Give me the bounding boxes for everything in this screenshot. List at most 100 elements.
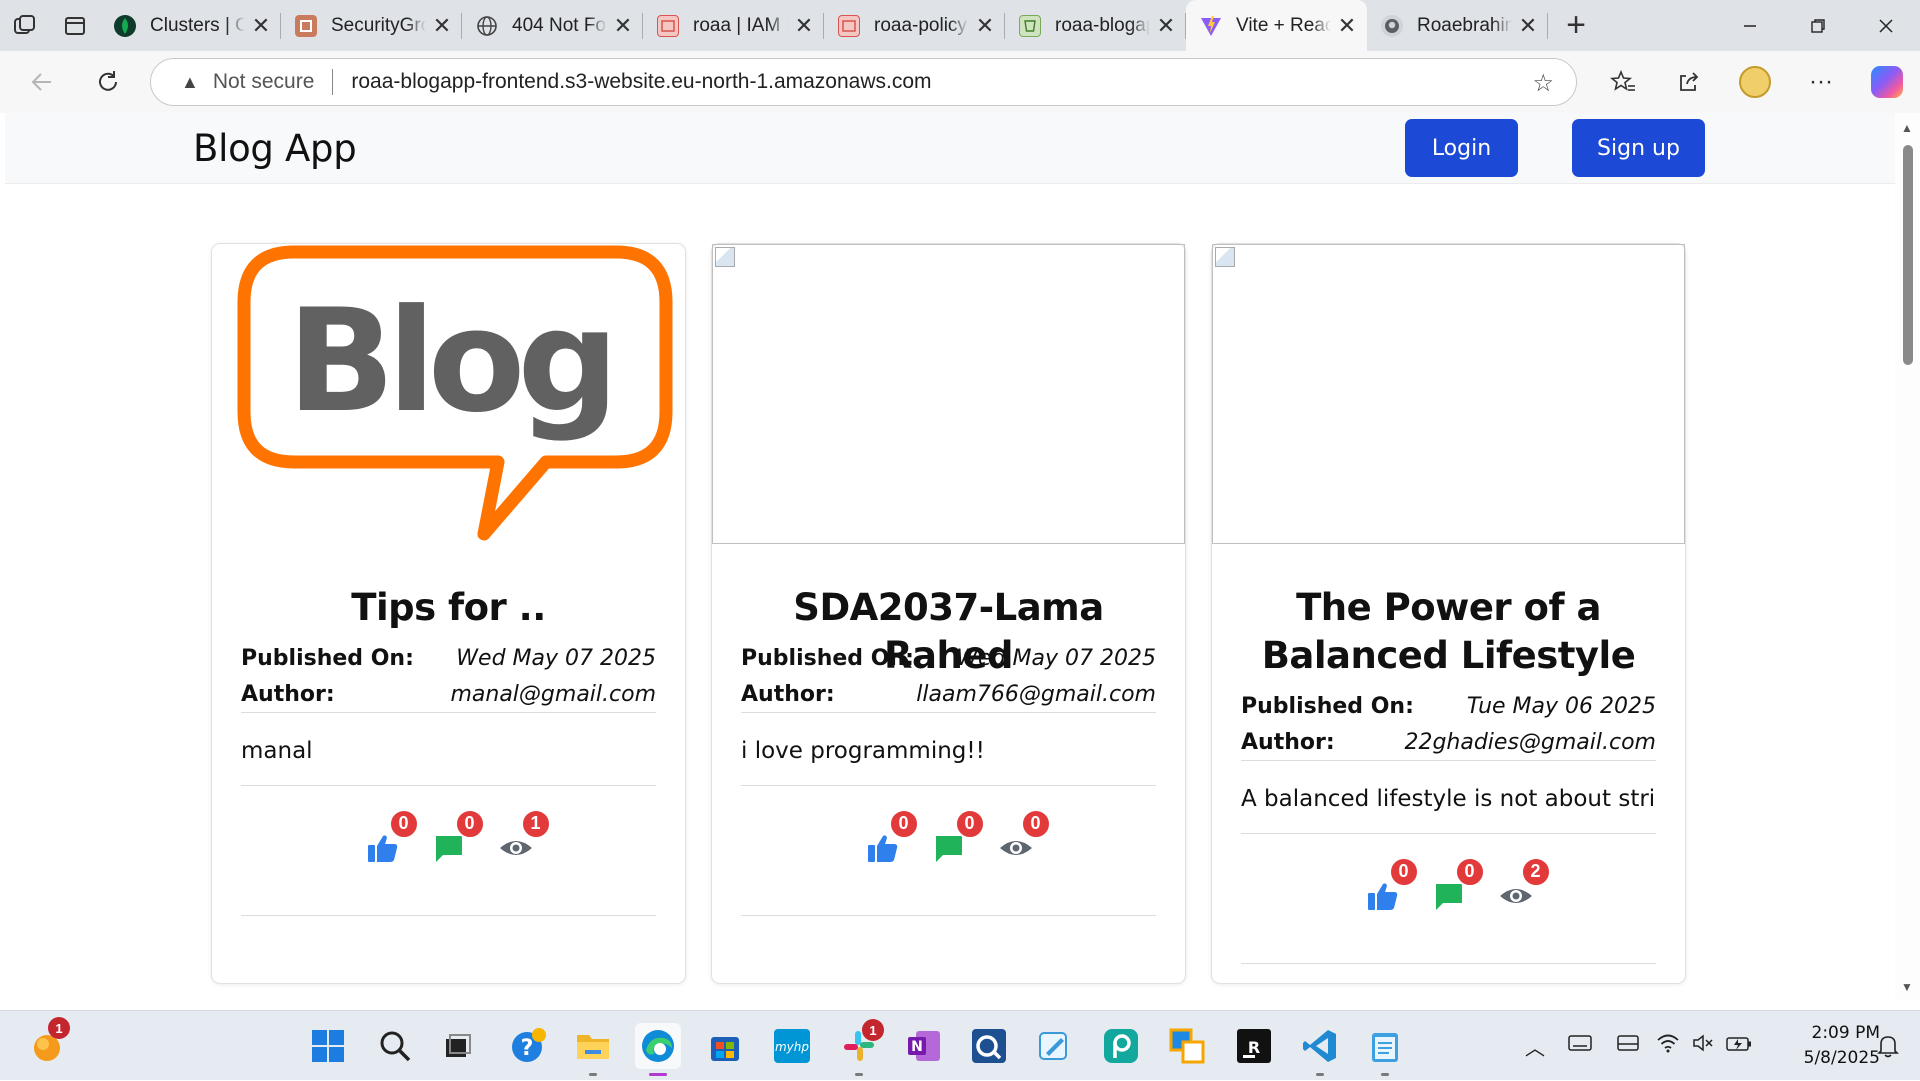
aws-iam-icon — [838, 14, 860, 37]
signup-button[interactable]: Sign up — [1572, 119, 1705, 177]
vertical-tabs-button[interactable] — [50, 0, 100, 51]
writing-app[interactable] — [1031, 1023, 1077, 1069]
onenote-app[interactable]: N — [901, 1023, 947, 1069]
show-hidden-icons-chevron-icon[interactable]: ︿ — [1515, 1032, 1555, 1061]
widgets-button[interactable]: 1 — [24, 1017, 70, 1069]
browser-toolbar: ▲ Not secure roaa-blogapp-frontend.s3-we… — [0, 51, 1920, 113]
warning-icon[interactable]: ▲ — [181, 72, 199, 93]
tab-actions-icon — [65, 16, 85, 35]
post-excerpt: manal — [241, 714, 656, 786]
close-tab-icon[interactable]: ✕ — [1156, 13, 1176, 39]
battery-charging-icon[interactable] — [1721, 1035, 1757, 1058]
post-card[interactable]: Blog Tips for .. Published On: Wed May 07… — [211, 243, 686, 984]
tab-iam[interactable]: roaa | IAM | Global ✕ — [643, 0, 824, 51]
close-tab-icon[interactable]: ✕ — [1337, 13, 1357, 39]
scrollbar-thumb[interactable] — [1903, 145, 1913, 365]
comment-button[interactable]: 0 — [1433, 856, 1485, 910]
virtualbox-app[interactable] — [1164, 1023, 1210, 1069]
close-tab-icon[interactable]: ✕ — [794, 13, 814, 39]
new-tab-button[interactable]: + — [1548, 0, 1604, 51]
address-bar[interactable]: ▲ Not secure roaa-blogapp-frontend.s3-we… — [150, 58, 1577, 106]
comment-button[interactable]: 0 — [933, 808, 985, 862]
get-help-app[interactable]: ? — [505, 1023, 551, 1069]
comment-button[interactable]: 0 — [433, 808, 485, 862]
tab-securitygroups[interactable]: SecurityGroups ✕ — [281, 0, 462, 51]
slack-app[interactable]: 1 — [836, 1019, 884, 1076]
close-tab-icon[interactable]: ✕ — [1518, 13, 1538, 39]
close-tab-icon[interactable]: ✕ — [432, 13, 452, 39]
security-label[interactable]: Not secure — [213, 70, 315, 94]
profile-button[interactable] — [1722, 51, 1788, 113]
published-label: Published On: — [741, 645, 914, 671]
like-button[interactable]: 0 — [867, 808, 919, 862]
views-indicator: 0 — [999, 808, 1051, 861]
published-date: Tue May 06 2025 — [1466, 693, 1656, 719]
pycharm-app[interactable] — [1098, 1023, 1144, 1069]
refresh-button[interactable] — [76, 51, 140, 113]
tab-roaa-policy[interactable]: roaa-policy ✕ — [824, 0, 1005, 51]
minimize-button[interactable] — [1716, 0, 1784, 51]
close-tab-icon[interactable]: ✕ — [975, 13, 995, 39]
search-button[interactable] — [372, 1023, 418, 1069]
myhp-app[interactable]: myhp — [769, 1023, 815, 1069]
display-icon[interactable] — [1605, 1034, 1651, 1058]
like-button[interactable]: 0 — [1367, 856, 1419, 910]
author-label: Author: — [741, 681, 835, 707]
broken-image-icon — [712, 244, 1185, 544]
thumbs-up-icon — [367, 834, 397, 862]
more-menu-button[interactable]: ··· — [1788, 51, 1854, 113]
close-tab-icon[interactable]: ✕ — [251, 13, 271, 39]
post-card[interactable]: SDA2037-Lama Rahed Published On: Wed May … — [711, 243, 1186, 984]
windows-logo-icon — [312, 1030, 344, 1062]
rider-app[interactable]: R — [1231, 1023, 1277, 1069]
favorites-button[interactable] — [1590, 51, 1656, 113]
copilot-button[interactable] — [1854, 51, 1920, 113]
favorite-star-icon[interactable]: ☆ — [1532, 69, 1554, 98]
scroll-up-icon[interactable]: ▲ — [1901, 121, 1913, 135]
login-button[interactable]: Login — [1405, 119, 1518, 177]
taskbar-clock[interactable]: 2:09 PM 5/8/2025 — [1770, 1021, 1880, 1071]
like-button[interactable]: 0 — [367, 808, 419, 862]
restore-button[interactable] — [1784, 0, 1852, 51]
qt-creator-app[interactable] — [966, 1023, 1012, 1069]
close-window-button[interactable] — [1852, 0, 1920, 51]
views-indicator: 2 — [1499, 856, 1551, 909]
brand-title[interactable]: Blog App — [193, 127, 357, 170]
post-title[interactable]: Tips for .. — [232, 584, 665, 632]
tab-vite-react[interactable]: Vite + React ✕ — [1186, 0, 1367, 51]
post-card[interactable]: The Power of a Balanced Lifestyle Publis… — [1211, 243, 1686, 984]
more-dots-icon: ··· — [1809, 68, 1833, 95]
url-text[interactable]: roaa-blogapp-frontend.s3-website.eu-nort… — [351, 70, 931, 94]
search-icon — [380, 1031, 411, 1062]
rider-icon: R — [1237, 1029, 1271, 1063]
share-button[interactable] — [1656, 51, 1722, 113]
file-explorer-app[interactable] — [570, 1023, 616, 1076]
volume-muted-icon[interactable] — [1685, 1033, 1721, 1059]
page-scrollbar[interactable]: ▲ ▼ — [1895, 113, 1920, 1000]
aws-iam-icon — [657, 14, 679, 37]
published-label: Published On: — [1241, 693, 1414, 719]
tab-github[interactable]: Roaebrahim ✕ — [1367, 0, 1548, 51]
edge-app[interactable] — [635, 1023, 681, 1076]
post-title[interactable]: The Power of a Balanced Lifestyle — [1232, 584, 1665, 680]
browser-tabstrip: Clusters | Cloud ✕ SecurityGroups ✕ 404 … — [0, 0, 1920, 51]
vscode-app[interactable] — [1297, 1023, 1343, 1076]
virtualbox-icon — [1169, 1028, 1205, 1064]
tab-clusters[interactable]: Clusters | Cloud ✕ — [100, 0, 281, 51]
close-icon — [1879, 18, 1893, 33]
scroll-down-icon[interactable]: ▼ — [1901, 980, 1913, 994]
start-button[interactable] — [305, 1023, 351, 1069]
store-app[interactable] — [702, 1023, 748, 1069]
task-view-button[interactable] — [435, 1023, 481, 1069]
notification-center-button[interactable] — [1868, 1023, 1908, 1069]
tab-404[interactable]: 404 Not Found ✕ — [462, 0, 643, 51]
tab-roaa-blogapp[interactable]: roaa-blogapp ✕ — [1005, 0, 1186, 51]
myhp-icon: myhp — [774, 1029, 810, 1063]
wifi-icon[interactable] — [1651, 1033, 1685, 1059]
back-button[interactable] — [10, 51, 74, 113]
toolbar-actions: ··· — [1590, 51, 1920, 113]
close-tab-icon[interactable]: ✕ — [613, 13, 633, 39]
workspaces-button[interactable] — [0, 0, 50, 51]
notepad-app[interactable] — [1362, 1023, 1408, 1076]
keyboard-icon[interactable] — [1555, 1034, 1605, 1058]
